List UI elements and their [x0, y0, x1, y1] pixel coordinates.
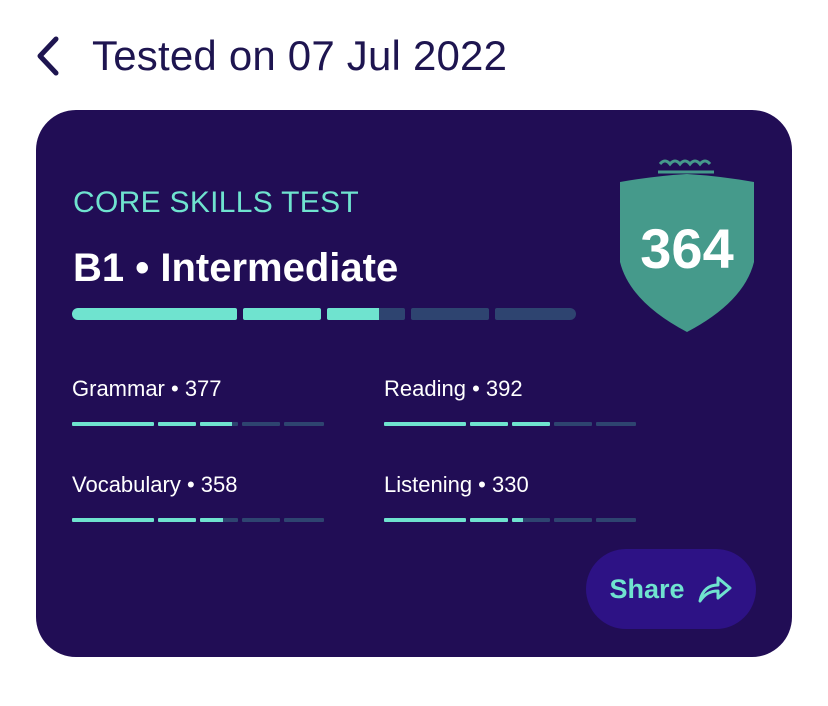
chevron-left-icon [37, 36, 59, 76]
test-name: CORE SKILLS TEST [73, 186, 360, 219]
share-arrow-icon [698, 576, 732, 603]
overall-progress-segment [243, 308, 321, 320]
skill-progress-segment [158, 422, 196, 426]
score-badge: 364 [614, 142, 760, 338]
overall-progress-bar [72, 308, 576, 320]
header: Tested on 07 Jul 2022 [0, 0, 828, 110]
overall-progress-segment [72, 308, 237, 320]
skill-progress-segment [596, 422, 636, 426]
skill-progress-segment [554, 422, 592, 426]
skill-progress-bar [72, 518, 324, 522]
skill-progress-segment [470, 518, 508, 522]
skill-progress-segment [200, 518, 238, 522]
share-button[interactable]: Share [586, 549, 756, 629]
skill-progress-segment [384, 422, 466, 426]
overall-progress-segment [327, 308, 405, 320]
skill-label: Grammar • 377 [72, 376, 222, 401]
skill-progress-segment [72, 518, 154, 522]
overall-score: 364 [640, 217, 734, 280]
skill-progress-segment [72, 422, 154, 426]
result-card: CORE SKILLS TEST B1 • Intermediate 364 G… [36, 110, 792, 657]
skill-label: Reading • 392 [384, 376, 523, 401]
skill-vocabulary: Vocabulary • 358 [72, 472, 324, 522]
skill-progress-segment [512, 422, 550, 426]
skill-progress-segment [284, 518, 324, 522]
skill-grammar: Grammar • 377 [72, 376, 324, 426]
overall-progress-segment [411, 308, 489, 320]
skill-listening: Listening • 330 [384, 472, 636, 522]
skill-progress-segment [470, 422, 508, 426]
skill-progress-segment [242, 422, 280, 426]
skill-label: Listening • 330 [384, 472, 529, 497]
skill-reading: Reading • 392 [384, 376, 636, 426]
back-button[interactable] [26, 34, 70, 78]
skill-progress-segment [596, 518, 636, 522]
skill-progress-segment [384, 518, 466, 522]
share-label: Share [609, 573, 685, 604]
skill-progress-bar [384, 518, 636, 522]
skill-progress-segment [512, 518, 550, 522]
skill-progress-segment [242, 518, 280, 522]
skill-progress-bar [72, 422, 324, 426]
page-title: Tested on 07 Jul 2022 [92, 32, 508, 79]
skill-progress-segment [284, 422, 324, 426]
level-label: B1 • Intermediate [73, 246, 399, 290]
skill-progress-segment [554, 518, 592, 522]
skill-progress-segment [158, 518, 196, 522]
overall-progress-segment [495, 308, 576, 320]
skill-progress-segment [200, 422, 238, 426]
skill-label: Vocabulary • 358 [72, 472, 238, 497]
skill-progress-bar [384, 422, 636, 426]
